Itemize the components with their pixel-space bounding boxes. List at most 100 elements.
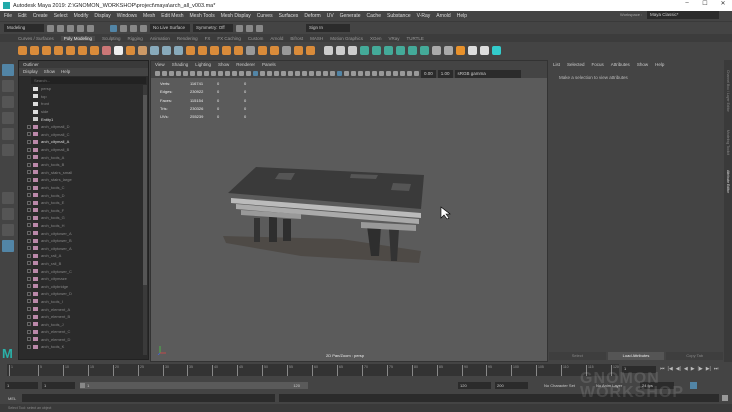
expand-icon[interactable] [27, 337, 31, 342]
shelf-tool-icon[interactable] [78, 46, 87, 55]
shelf-tool-icon[interactable] [186, 46, 195, 55]
load-attributes-button[interactable]: Load Attributes [607, 352, 665, 360]
attr-menu-help[interactable]: Help [655, 60, 664, 69]
shelf-tool-icon[interactable] [210, 46, 219, 55]
viewport-tool-icon[interactable] [218, 71, 223, 76]
outliner-item[interactable]: arch_rail_A [19, 252, 148, 260]
expand-icon[interactable] [27, 261, 31, 266]
expand-icon[interactable] [27, 223, 31, 228]
shelf-tool-icon[interactable] [138, 46, 147, 55]
outliner-item[interactable]: arch_citymall_C [19, 131, 148, 139]
tab-poly-modeling[interactable]: Poly Modeling [60, 35, 96, 41]
outliner-item[interactable]: arch_tools_F [19, 207, 148, 215]
new-scene-icon[interactable] [47, 24, 54, 32]
end-frame-field[interactable]: 200 [495, 382, 528, 389]
tab-modeling-toolkit[interactable]: Modeling Toolkit [726, 130, 730, 155]
outliner-item[interactable]: arch_element_B [19, 313, 148, 321]
color-space-dropdown[interactable]: sRGB gamma [454, 69, 521, 78]
tab-rendering[interactable]: Rendering [177, 36, 198, 41]
workspace-dropdown[interactable]: Maya Classic* [647, 11, 719, 19]
close-button[interactable]: ✕ [714, 0, 732, 7]
expand-icon[interactable] [27, 314, 31, 319]
outliner-item[interactable]: arch_stairs_small [19, 169, 148, 177]
save-scene-icon[interactable] [67, 24, 74, 32]
move-tool-icon[interactable] [2, 112, 14, 124]
expand-icon[interactable] [27, 200, 31, 205]
viewport-tool-icon[interactable] [351, 71, 356, 76]
shelf-tool-icon[interactable] [30, 46, 39, 55]
outliner-item[interactable]: arch_citytower_D [19, 290, 148, 298]
viewport-tool-icon[interactable] [309, 71, 314, 76]
viewport-tool-icon[interactable] [386, 71, 391, 76]
menu-edit-mesh[interactable]: Edit Mesh [161, 13, 183, 19]
viewport-tool-icon[interactable] [232, 71, 237, 76]
outliner-item-camera[interactable]: side [19, 108, 148, 116]
viewport-tool-icon[interactable] [239, 71, 244, 76]
expand-icon[interactable] [27, 246, 31, 251]
viewport-tool-icon[interactable] [323, 71, 328, 76]
outliner-item[interactable]: arch_tools_E [19, 199, 148, 207]
outliner-item[interactable]: arch_citytower_A [19, 229, 148, 237]
shelf-tool-icon[interactable] [102, 46, 111, 55]
viewport-tool-icon[interactable] [246, 71, 251, 76]
viewport-menu-view[interactable]: View [155, 61, 165, 69]
ipr-render-icon[interactable] [246, 24, 253, 32]
viewport-menu-shading[interactable]: Shading [172, 61, 189, 69]
viewport-tool-icon[interactable] [337, 71, 342, 76]
tab-turtle[interactable]: TURTLE [406, 36, 423, 41]
menu-windows[interactable]: Windows [117, 13, 137, 19]
outliner-item[interactable]: arch_tools_G [19, 214, 148, 222]
select-button[interactable]: Select [549, 352, 606, 360]
expand-icon[interactable] [27, 193, 31, 198]
viewport-tool-icon[interactable] [407, 71, 412, 76]
expand-icon[interactable] [27, 269, 31, 274]
outliner-item[interactable]: arch_citymaze [19, 275, 148, 283]
shelf-tool-icon[interactable] [90, 46, 99, 55]
open-scene-icon[interactable] [57, 24, 64, 32]
expand-icon[interactable] [27, 291, 31, 296]
shelf-tool-icon[interactable] [420, 46, 429, 55]
shelf-tool-icon[interactable] [282, 46, 291, 55]
outliner-item[interactable]: arch_citytower_C [19, 267, 148, 275]
outliner-layout-icon[interactable] [2, 240, 14, 252]
gamma-field[interactable]: 1.00 [437, 69, 453, 78]
outliner-item[interactable]: arch_citymall_D [19, 123, 148, 131]
viewport-tool-icon[interactable] [358, 71, 363, 76]
persp-outliner-layout-icon[interactable] [2, 224, 14, 236]
shelf-tool-icon[interactable] [408, 46, 417, 55]
viewport-tool-icon[interactable] [295, 71, 300, 76]
outliner-search-input[interactable]: Search... [31, 77, 146, 84]
menu-deform[interactable]: Deform [304, 13, 320, 19]
shelf-tool-icon[interactable] [360, 46, 369, 55]
expand-icon[interactable] [27, 147, 31, 152]
shelf-tool-icon[interactable] [66, 46, 75, 55]
shelf-tool-icon[interactable] [294, 46, 303, 55]
playback-button[interactable]: |▶ [698, 366, 703, 372]
shelf-tool-icon[interactable] [306, 46, 315, 55]
symmetry-dropdown[interactable]: Symmetry: Off [193, 24, 233, 32]
viewport-tool-icon[interactable] [344, 71, 349, 76]
tab-animation[interactable]: Animation [150, 36, 170, 41]
menu-generate[interactable]: Generate [340, 13, 361, 19]
viewport-tool-icon[interactable] [169, 71, 174, 76]
outliner-menu-show[interactable]: Show [44, 68, 55, 76]
outliner-item[interactable]: arch_citymall_A [19, 138, 148, 146]
shelf-tool-icon[interactable] [468, 46, 477, 55]
menu-arnold[interactable]: Arnold [436, 13, 450, 19]
shelf-tool-icon[interactable] [492, 46, 501, 55]
auto-key-icon[interactable] [690, 382, 697, 389]
menu-mesh-display[interactable]: Mesh Display [221, 13, 251, 19]
tab-bifrost[interactable]: Bifrost [290, 36, 303, 41]
shelf-tool-icon[interactable] [150, 46, 159, 55]
outliner-item[interactable]: arch_tools_D [19, 191, 148, 199]
range-bar[interactable]: 1 120 [80, 382, 308, 389]
scale-tool-icon[interactable] [2, 144, 14, 156]
shelf-tool-icon[interactable] [18, 46, 27, 55]
four-view-layout-icon[interactable] [2, 208, 14, 220]
outliner-item[interactable]: arch_citymall_B [19, 146, 148, 154]
shelf-tool-icon[interactable] [54, 46, 63, 55]
expand-icon[interactable] [27, 139, 31, 144]
expand-icon[interactable] [27, 253, 31, 258]
outliner-item[interactable]: arch_element_C [19, 328, 148, 336]
attr-menu-selected[interactable]: Selected [567, 60, 585, 69]
